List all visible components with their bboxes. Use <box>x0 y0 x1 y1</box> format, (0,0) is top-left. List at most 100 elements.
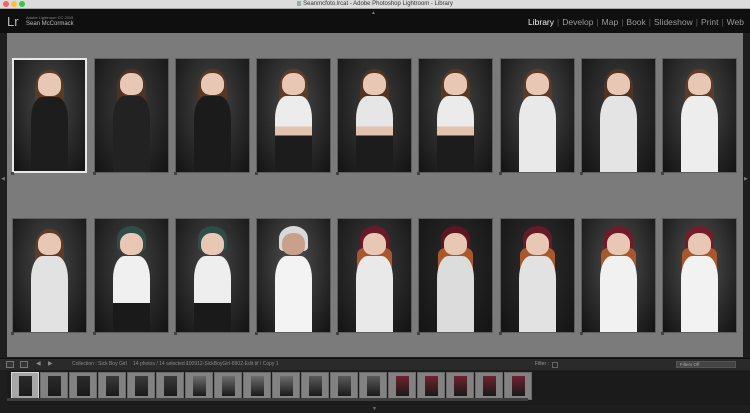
collection-label: Collection : Sick Boy Girl <box>72 361 127 367</box>
clothing-shape <box>680 96 719 172</box>
filter-lock-icon[interactable] <box>552 362 558 368</box>
face-shape <box>443 72 468 96</box>
filmstrip-thumbnail[interactable] <box>185 372 213 400</box>
photo-thumbnail[interactable] <box>500 58 575 173</box>
filmstrip-thumbnail[interactable] <box>475 372 503 400</box>
bottom-panel-toggle-icon[interactable]: ▼ <box>372 406 377 412</box>
clothing-shape <box>112 96 151 172</box>
library-toolbar: ◀ ▶ Collection : Sick Boy Girl 14 photos… <box>0 358 750 370</box>
grid-view-button[interactable] <box>6 361 14 368</box>
module-book[interactable]: Book <box>624 17 647 27</box>
grid-cell[interactable] <box>335 57 413 175</box>
grid-cell[interactable] <box>660 57 738 175</box>
photo-thumbnail[interactable] <box>581 218 656 333</box>
filmstrip-thumbnail[interactable] <box>504 372 532 400</box>
filmstrip-thumbnail[interactable] <box>359 372 387 400</box>
photo-thumbnail[interactable] <box>256 58 331 173</box>
left-panel-toggle-icon[interactable]: ◀ <box>1 176 5 182</box>
photo-thumbnail[interactable] <box>662 218 737 333</box>
grid-cell[interactable] <box>660 217 738 335</box>
face-shape <box>687 232 712 256</box>
top-panel-toggle-icon[interactable]: ▲ <box>371 10 376 16</box>
clothing-shape <box>599 256 638 332</box>
filmstrip-thumbnail[interactable] <box>214 372 242 400</box>
filmstrip-thumbnail[interactable] <box>243 372 271 400</box>
filmstrip-thumbnail[interactable] <box>156 372 184 400</box>
grid-cell[interactable] <box>579 217 657 335</box>
photo-thumbnail[interactable] <box>12 58 87 173</box>
photo-thumbnail[interactable] <box>175 218 250 333</box>
filmstrip-image <box>106 376 119 396</box>
module-web[interactable]: Web <box>725 17 746 27</box>
badge-icon <box>255 172 258 175</box>
grid-cell[interactable] <box>10 217 88 335</box>
grid-cell[interactable] <box>498 57 576 175</box>
face-shape <box>200 232 225 256</box>
document-icon <box>297 1 302 6</box>
clothing-shape <box>518 256 557 332</box>
grid-cell[interactable] <box>92 57 170 175</box>
photo-thumbnail[interactable] <box>418 218 493 333</box>
module-map[interactable]: Map <box>600 17 621 27</box>
badge-icon <box>93 172 96 175</box>
selected-filename[interactable]: 100912-SickBoyGirl-8902-Edit.tif / Copy … <box>186 361 279 367</box>
photo-thumbnail[interactable] <box>418 58 493 173</box>
clothing-shape <box>599 96 638 172</box>
grid-cell[interactable] <box>173 57 251 175</box>
photo-thumbnail[interactable] <box>94 218 169 333</box>
grid-cell[interactable] <box>416 217 494 335</box>
filmstrip-thumbnail[interactable] <box>127 372 155 400</box>
loupe-view-button[interactable] <box>20 361 28 368</box>
window-title: Seanmcfoto.lrcat - Adobe Photoshop Light… <box>0 0 750 9</box>
grid-cell[interactable] <box>254 57 332 175</box>
filmstrip-thumbnail[interactable] <box>301 372 329 400</box>
photo-thumbnail[interactable] <box>500 218 575 333</box>
module-print[interactable]: Print <box>699 17 720 27</box>
filmstrip-thumbnail[interactable] <box>388 372 416 400</box>
badge-icon <box>580 172 583 175</box>
photo-thumbnail[interactable] <box>94 58 169 173</box>
grid-cell[interactable] <box>254 217 332 335</box>
filmstrip-image <box>19 376 32 396</box>
module-library[interactable]: Library <box>526 17 556 27</box>
photo-thumbnail[interactable] <box>337 218 412 333</box>
filmstrip-thumbnail[interactable] <box>330 372 358 400</box>
filmstrip-thumbnail[interactable] <box>446 372 474 400</box>
module-develop[interactable]: Develop <box>560 17 595 27</box>
grid-cell[interactable] <box>92 217 170 335</box>
grid-cell[interactable] <box>579 57 657 175</box>
filmstrip-thumbnail[interactable] <box>272 372 300 400</box>
face-shape <box>525 232 550 256</box>
right-panel-toggle-icon[interactable]: ▶ <box>744 176 748 182</box>
thumbnail-grid[interactable] <box>7 33 743 357</box>
filmstrip-image <box>454 376 467 396</box>
photo-thumbnail[interactable] <box>175 58 250 173</box>
grid-cell[interactable] <box>10 57 88 175</box>
filmstrip-thumbnail[interactable] <box>98 372 126 400</box>
photo-thumbnail[interactable] <box>581 58 656 173</box>
photo-thumbnail[interactable] <box>256 218 331 333</box>
filmstrip-thumbnail[interactable] <box>40 372 68 400</box>
previous-photo-icon[interactable]: ◀ <box>36 360 41 367</box>
face-shape <box>362 232 387 256</box>
grid-cell[interactable] <box>173 217 251 335</box>
grid-cell[interactable] <box>335 217 413 335</box>
app-version: Adobe Lightroom CC 2015 <box>26 15 74 20</box>
filters-dropdown[interactable]: Filters Off <box>676 361 736 368</box>
module-slideshow[interactable]: Slideshow <box>652 17 695 27</box>
next-photo-icon[interactable]: ▶ <box>48 360 53 367</box>
filmstrip-image <box>483 376 496 396</box>
filmstrip-thumbnail[interactable] <box>11 372 39 400</box>
grid-cell[interactable] <box>498 217 576 335</box>
face-shape <box>281 232 306 256</box>
photo-thumbnail[interactable] <box>337 58 412 173</box>
filmstrip-thumbnail[interactable] <box>69 372 97 400</box>
filmstrip-thumbnail[interactable] <box>417 372 445 400</box>
photo-thumbnail[interactable] <box>12 218 87 333</box>
photo-count: 14 photos / 14 selected / <box>133 361 188 367</box>
clothing-shape <box>30 256 69 332</box>
photo-thumbnail[interactable] <box>662 58 737 173</box>
grid-cell[interactable] <box>416 57 494 175</box>
face-shape <box>119 72 144 96</box>
filmstrip-scrollbar[interactable] <box>7 398 528 401</box>
